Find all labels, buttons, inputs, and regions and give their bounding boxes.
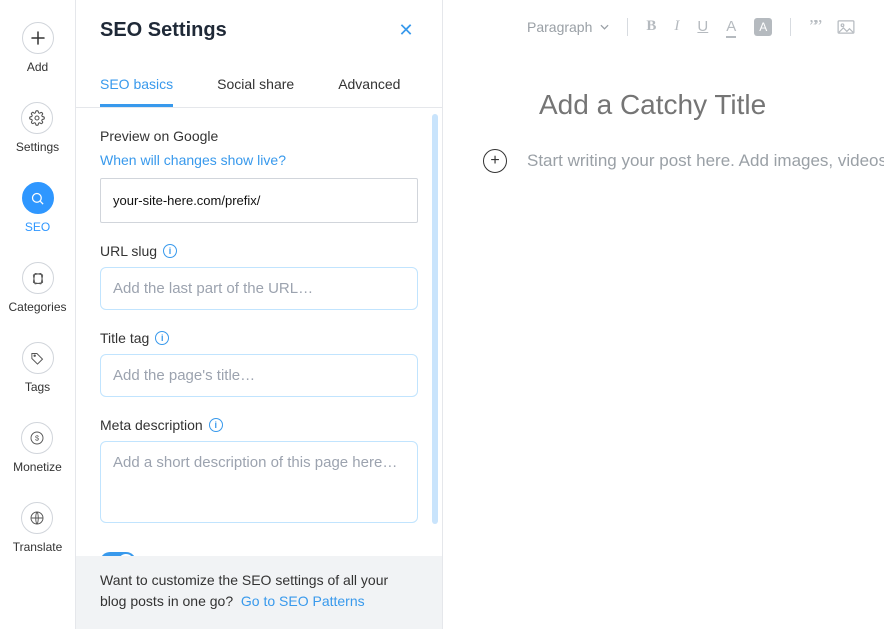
left-sidebar: Add Settings SEO Categories Tags $ Monet… (0, 0, 76, 629)
sidebar-item-label: Settings (16, 140, 59, 154)
title-tag-section: Title tag i (100, 330, 418, 397)
format-dropdown[interactable]: Paragraph (527, 19, 609, 35)
sidebar-item-settings[interactable]: Settings (16, 102, 59, 154)
tab-seo-basics[interactable]: SEO basics (100, 64, 173, 107)
url-slug-label: URL slug (100, 243, 157, 259)
index-toggle-row: ✓ Let search engines index this page (100, 552, 418, 556)
cards-icon (22, 262, 54, 294)
svg-text:$: $ (35, 434, 39, 443)
info-icon[interactable]: i (155, 331, 169, 345)
index-toggle[interactable]: ✓ (100, 552, 136, 556)
post-editor: Paragraph B I U A A ”” + Start writing y… (443, 0, 884, 629)
url-slug-section: URL slug i (100, 243, 418, 310)
sidebar-item-label: Add (27, 60, 48, 74)
panel-tabs: SEO basics Social share Advanced (76, 64, 442, 108)
sidebar-item-label: SEO (25, 220, 50, 234)
post-body-placeholder[interactable]: Start writing your post here. Add images… (527, 151, 884, 171)
tab-advanced[interactable]: Advanced (338, 64, 400, 107)
close-button[interactable]: ✕ (394, 18, 418, 42)
sidebar-item-monetize[interactable]: $ Monetize (13, 422, 62, 474)
google-preview-box: your-site-here.com/prefix/ (100, 178, 418, 223)
meta-description-input[interactable] (100, 441, 418, 523)
underline-button[interactable]: U (697, 18, 708, 35)
quote-button[interactable]: ”” (809, 16, 819, 37)
panel-footer: Want to customize the SEO settings of al… (76, 556, 442, 629)
bold-button[interactable]: B (646, 18, 656, 35)
plus-icon (22, 22, 54, 54)
info-icon[interactable]: i (163, 244, 177, 258)
editor-toolbar: Paragraph B I U A A ”” (443, 0, 884, 53)
sidebar-item-tags[interactable]: Tags (22, 342, 54, 394)
post-title-input[interactable] (483, 89, 884, 121)
dollar-icon: $ (21, 422, 53, 454)
check-icon: ✓ (118, 554, 134, 556)
meta-description-label: Meta description (100, 417, 203, 433)
sidebar-item-label: Categories (8, 300, 66, 314)
preview-label: Preview on Google (100, 128, 418, 144)
preview-help-link[interactable]: When will changes show live? (100, 152, 418, 168)
format-label: Paragraph (527, 19, 592, 35)
title-tag-label: Title tag (100, 330, 149, 346)
chevron-down-icon (600, 24, 609, 30)
tab-social-share[interactable]: Social share (217, 64, 294, 107)
panel-scrollbar[interactable] (432, 114, 438, 524)
italic-button[interactable]: I (674, 18, 679, 35)
text-color-button[interactable]: A (726, 18, 736, 35)
close-icon: ✕ (398, 20, 413, 40)
globe-icon (21, 502, 53, 534)
toolbar-separator (790, 18, 791, 36)
gear-icon (21, 102, 53, 134)
plus-icon: + (490, 152, 499, 170)
info-icon[interactable]: i (209, 418, 223, 432)
index-toggle-label: Let search engines index this page (148, 554, 364, 556)
add-content-button[interactable]: + (483, 149, 507, 173)
preview-on-google-section: Preview on Google When will changes show… (100, 128, 418, 223)
seo-settings-panel: SEO Settings ✕ SEO basics Social share A… (76, 0, 443, 629)
sidebar-item-seo[interactable]: SEO (22, 182, 54, 234)
toolbar-separator (627, 18, 628, 36)
image-button[interactable] (837, 20, 855, 34)
sidebar-item-label: Tags (25, 380, 50, 394)
meta-description-section: Meta description i (100, 417, 418, 528)
title-tag-input[interactable] (100, 354, 418, 397)
highlight-button[interactable]: A (754, 18, 772, 36)
sidebar-item-categories[interactable]: Categories (8, 262, 66, 314)
sidebar-item-translate[interactable]: Translate (13, 502, 63, 554)
go-to-seo-patterns-link[interactable]: Go to SEO Patterns (241, 593, 365, 609)
url-slug-input[interactable] (100, 267, 418, 310)
panel-title: SEO Settings (100, 19, 227, 42)
search-icon (22, 182, 54, 214)
sidebar-item-add[interactable]: Add (22, 22, 54, 74)
sidebar-item-label: Translate (13, 540, 63, 554)
tag-icon (22, 342, 54, 374)
sidebar-item-label: Monetize (13, 460, 62, 474)
